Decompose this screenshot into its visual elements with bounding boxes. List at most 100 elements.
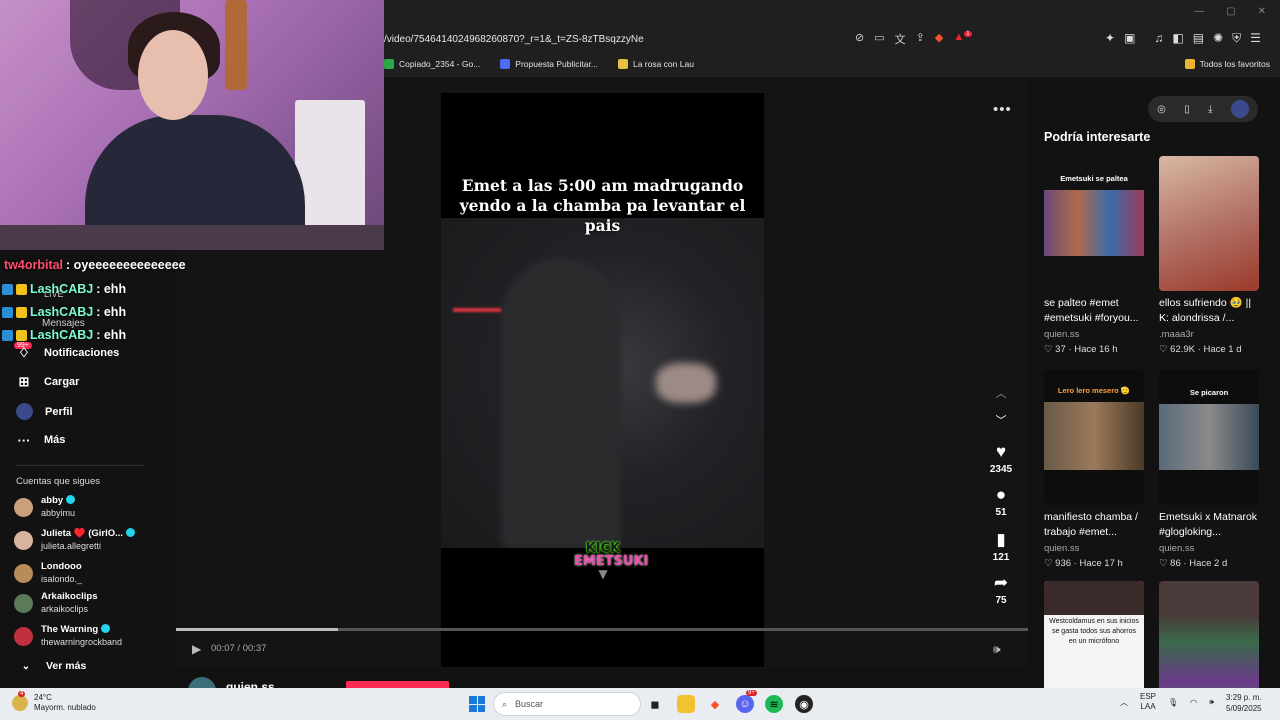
share-arrow-icon: ➦ bbox=[993, 573, 1009, 592]
taskbar-search[interactable]: ⌕ Buscar bbox=[493, 692, 641, 716]
following-account[interactable]: Londooo isalondo._ bbox=[14, 561, 82, 585]
chevron-up-icon[interactable]: ︿ bbox=[1120, 697, 1128, 708]
card-thumbnail bbox=[1159, 581, 1259, 688]
crown-badge-icon bbox=[16, 283, 27, 295]
recommendation-card[interactable]: Westcoldamus en sus inicios se gasta tod… bbox=[1044, 581, 1144, 688]
download-icon[interactable]: ⤓ bbox=[1208, 104, 1212, 115]
screenshot-icon[interactable]: ▣ bbox=[1124, 31, 1135, 46]
guitar bbox=[225, 0, 247, 90]
following-account[interactable]: The Warning thewarningrockband bbox=[14, 624, 122, 648]
previous-video-button[interactable]: ︿ bbox=[985, 385, 1017, 401]
system-tray: ︿ ESP LAA 🎙 ◠ 🕪 bbox=[1120, 692, 1214, 712]
chevron-down-icon: ⌄ bbox=[21, 660, 31, 672]
speaker-icon[interactable]: 🕪 bbox=[1209, 697, 1214, 707]
stream-chat: tw4orbital: oyeeeeeeeeeeeeee LashCABJ: e… bbox=[0, 255, 382, 347]
taskbar-clock[interactable]: 3:29 p. m. 5/09/2025 bbox=[1226, 692, 1262, 714]
following-title: Cuentas que sigues bbox=[16, 476, 100, 487]
nav-upload[interactable]: ⊞ Cargar bbox=[16, 374, 80, 390]
crown-badge-icon bbox=[16, 329, 27, 341]
share-button[interactable]: ➦ 75 bbox=[985, 573, 1017, 606]
translate-icon[interactable]: 文 bbox=[895, 31, 906, 47]
author-avatar[interactable] bbox=[188, 677, 216, 688]
chat-message: tw4orbital: oyeeeeeeeeeeeeee bbox=[4, 258, 186, 272]
no-tracking-icon[interactable]: ⊘ bbox=[855, 31, 864, 47]
bookmark-item[interactable]: Copiado_2354 - Go... bbox=[384, 59, 480, 69]
extensions-icon[interactable]: ✦ bbox=[1105, 31, 1115, 46]
verified-icon bbox=[101, 624, 111, 633]
follow-button[interactable] bbox=[346, 681, 449, 688]
browser-right-icons: ✦ ▣ ♫ ◧ ▤ ✺ ⛨ ☰ bbox=[1105, 31, 1261, 46]
lang-indicator[interactable]: ESP LAA bbox=[1140, 692, 1156, 712]
file-explorer-icon[interactable] bbox=[677, 695, 695, 713]
docs-icon bbox=[500, 59, 511, 69]
nav-profile[interactable]: Perfil bbox=[16, 403, 73, 420]
like-button[interactable]: ♥ 2345 bbox=[985, 442, 1017, 475]
mic-icon[interactable]: 🎙 bbox=[1168, 698, 1178, 707]
obs-icon[interactable]: ◉ bbox=[795, 695, 813, 713]
task-view-icon[interactable]: ◼ bbox=[646, 695, 664, 713]
crown-badge-icon bbox=[16, 306, 27, 318]
bookmark-icon: ▮ bbox=[996, 530, 1006, 549]
minimize-icon[interactable]: — bbox=[1194, 6, 1204, 17]
recommendation-card[interactable]: Lero lero mesero 🫡 manifiesto chamba / t… bbox=[1044, 370, 1144, 569]
bookmark-item[interactable]: La rosa con Lau bbox=[617, 59, 694, 69]
nav-notifications[interactable]: ♢ Notificaciones bbox=[16, 345, 119, 361]
thumbnail-image bbox=[1159, 404, 1259, 470]
nav-more[interactable]: ··· Más bbox=[16, 432, 66, 448]
recommendation-card[interactable] bbox=[1159, 581, 1259, 688]
compass-icon[interactable]: ◎ bbox=[1157, 104, 1166, 115]
ai-icon[interactable]: ✺ bbox=[1213, 31, 1223, 46]
upload-icon: ⊞ bbox=[18, 374, 30, 389]
comment-button[interactable]: ● 51 bbox=[985, 485, 1017, 518]
volume-icon[interactable]: 🕪 bbox=[993, 642, 1001, 657]
save-button[interactable]: ▮ 121 bbox=[985, 530, 1017, 563]
mod-badge-icon bbox=[2, 283, 13, 295]
wallet-icon[interactable]: ▤ bbox=[1193, 31, 1204, 46]
bookmark-item[interactable]: Propuesta Publicitar... bbox=[500, 59, 598, 69]
next-video-button[interactable]: ﹀ bbox=[985, 412, 1017, 428]
recommendation-card[interactable]: Emetsuki se paltea se palteo #emet #emet… bbox=[1044, 156, 1144, 355]
wifi-icon[interactable]: ◠ bbox=[1190, 698, 1197, 707]
share-icon[interactable]: ⇪ bbox=[916, 31, 925, 47]
discord-icon[interactable]: ☺ 9+ bbox=[736, 690, 757, 713]
brave-shield-icon[interactable]: ◆ bbox=[935, 31, 943, 47]
streamer-face bbox=[138, 30, 208, 120]
recommendation-card[interactable]: Se picaron Emetsuki x Matnarok #glogloki… bbox=[1159, 370, 1259, 569]
maximize-icon[interactable]: ▢ bbox=[1226, 6, 1235, 17]
see-more-button[interactable]: ⌄ Ver más bbox=[18, 658, 87, 674]
close-icon[interactable]: ✕ bbox=[1258, 6, 1266, 17]
play-icon[interactable]: ▶ bbox=[192, 642, 201, 656]
video-time: 00:07 / 00:37 bbox=[211, 643, 267, 654]
following-account[interactable]: Arkaikoclips arkaikoclips bbox=[14, 591, 98, 615]
music-icon[interactable]: ♫ bbox=[1154, 31, 1163, 46]
spotify-icon[interactable]: ≋ bbox=[765, 695, 783, 713]
phone-icon[interactable]: ▯ bbox=[1184, 104, 1190, 115]
author-strip: quien.ss bbox=[176, 668, 1028, 688]
menu-icon[interactable]: ☰ bbox=[1250, 31, 1261, 46]
more-options-icon[interactable]: ••• bbox=[993, 101, 1012, 118]
avatar bbox=[14, 563, 33, 583]
brave-browser-icon[interactable]: ◆ bbox=[706, 695, 724, 713]
all-bookmarks[interactable]: Todos los favoritos bbox=[1184, 59, 1270, 69]
bookmarks-bar: Copiado_2354 - Go... Propuesta Publicita… bbox=[384, 55, 1280, 73]
following-account[interactable]: Julieta ♥️ (GirlO... julieta.allegretti bbox=[14, 528, 136, 552]
weather-cloud-icon: 4 bbox=[12, 691, 28, 711]
card-thumbnail: Emetsuki se paltea bbox=[1044, 156, 1144, 291]
profile-icon bbox=[16, 403, 33, 420]
recommendation-card[interactable]: ellos sufriendo 🥹 || K: alondrissa /... … bbox=[1159, 156, 1259, 355]
search-icon: ⌕ bbox=[502, 698, 508, 709]
vpn-icon[interactable]: ⛨ bbox=[1232, 31, 1241, 46]
rewards-icon[interactable]: ▲ 1 bbox=[953, 31, 972, 47]
cast-icon[interactable]: ▭ bbox=[874, 31, 884, 47]
video-frame bbox=[441, 218, 764, 548]
progress-bar[interactable] bbox=[176, 628, 1028, 631]
avatar bbox=[14, 626, 33, 646]
author-name[interactable]: quien.ss bbox=[226, 680, 275, 688]
avatar[interactable] bbox=[1230, 100, 1249, 118]
sidebar-icon[interactable]: ◧ bbox=[1172, 31, 1183, 46]
windows-start-icon[interactable] bbox=[469, 696, 485, 712]
weather-widget[interactable]: 4 24°C Mayorm. nublado bbox=[12, 691, 96, 713]
thumbnail-image bbox=[1044, 190, 1144, 256]
heart-icon: ♥ bbox=[995, 442, 1007, 461]
following-account[interactable]: abby abbyimu bbox=[14, 495, 76, 519]
